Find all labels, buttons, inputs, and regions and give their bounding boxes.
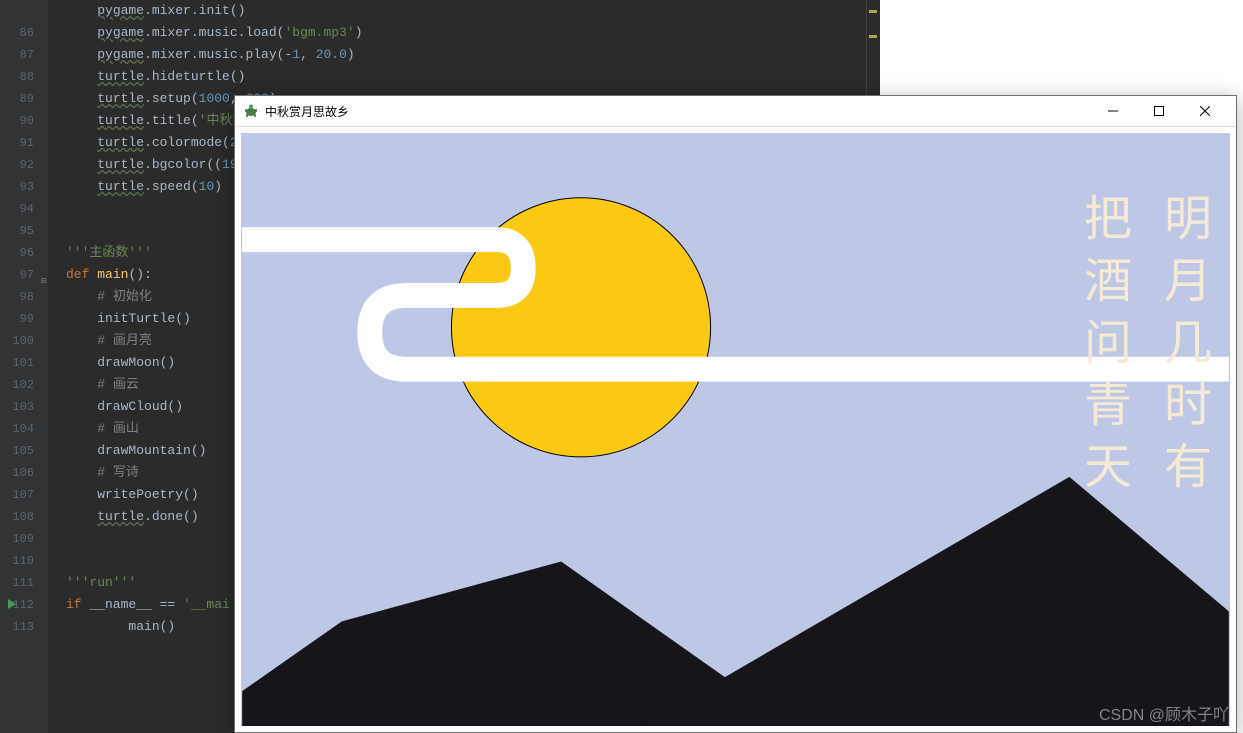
line-number: 87 <box>0 44 48 66</box>
line-number: 96 <box>0 242 48 264</box>
titlebar[interactable]: 中秋赏月思故乡 <box>235 96 1236 127</box>
turtle-icon <box>243 103 259 119</box>
close-button[interactable] <box>1182 96 1228 127</box>
line-number: 95 <box>0 220 48 242</box>
poetry-line-1: 明月几时有 <box>1158 193 1206 503</box>
line-number: 108 <box>0 506 48 528</box>
line-number: 101 <box>0 352 48 374</box>
line-number: 93 <box>0 176 48 198</box>
run-icon[interactable] <box>8 599 16 609</box>
fold-icon[interactable]: ⊟ <box>38 271 46 279</box>
line-number: 94 <box>0 198 48 220</box>
minimize-button[interactable] <box>1090 96 1136 127</box>
sky-background: 明月几时有 把酒问青天 <box>241 133 1230 726</box>
line-number: 90 <box>0 110 48 132</box>
maximize-button[interactable] <box>1136 96 1182 127</box>
minimize-icon <box>1108 106 1118 116</box>
line-number: 110 <box>0 550 48 572</box>
turtle-window[interactable]: 中秋赏月思故乡 <box>234 95 1237 733</box>
mountains <box>242 477 1229 726</box>
maximize-icon <box>1154 106 1164 116</box>
line-number: 88 <box>0 66 48 88</box>
close-icon <box>1200 106 1210 116</box>
line-number: 89 <box>0 88 48 110</box>
line-number: 106 <box>0 462 48 484</box>
code-line[interactable]: pygame.mixer.music.play(-1, 20.0) <box>66 44 880 66</box>
canvas-area: 明月几时有 把酒问青天 <box>235 127 1236 732</box>
line-number: 91 <box>0 132 48 154</box>
line-number: 98 <box>0 286 48 308</box>
line-number: 102 <box>0 374 48 396</box>
line-number: 97⊟ <box>0 264 48 286</box>
editor-gutter: 868788899091929394959697⊟989910010110210… <box>0 0 48 733</box>
poetry-line-2: 把酒问青天 <box>1078 193 1126 503</box>
code-line[interactable]: turtle.hideturtle() <box>66 66 880 88</box>
code-line[interactable]: pygame.mixer.music.load('bgm.mp3') <box>66 22 880 44</box>
watermark: CSDN @顾木子吖 <box>1099 701 1229 725</box>
line-number <box>0 0 48 22</box>
window-controls <box>1090 96 1228 127</box>
line-number: 99 <box>0 308 48 330</box>
line-number: 107 <box>0 484 48 506</box>
line-number: 105 <box>0 440 48 462</box>
line-number: 113 <box>0 616 48 638</box>
line-number: 100 <box>0 330 48 352</box>
line-number: 104 <box>0 418 48 440</box>
line-number: 111 <box>0 572 48 594</box>
line-number: 92 <box>0 154 48 176</box>
code-line[interactable]: pygame.mixer.init() <box>66 0 880 22</box>
window-title: 中秋赏月思故乡 <box>265 103 1090 120</box>
line-number: 109 <box>0 528 48 550</box>
line-number: 112 <box>0 594 48 616</box>
line-number: 86 <box>0 22 48 44</box>
line-number: 103 <box>0 396 48 418</box>
